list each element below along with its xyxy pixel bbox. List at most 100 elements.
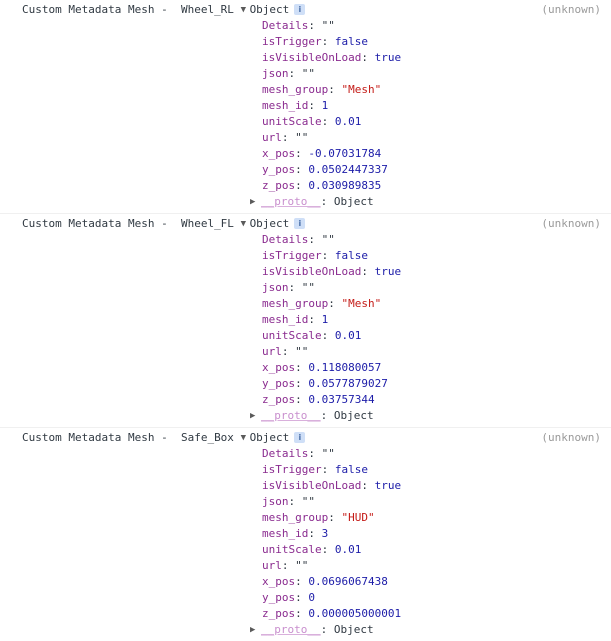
object-property-row[interactable]: mesh_id: 3 (262, 526, 611, 542)
object-property-row[interactable]: json: "" (262, 280, 611, 296)
property-name: json (262, 495, 289, 508)
proto-property-row[interactable]: ▶ __proto__: Object (0, 194, 611, 210)
console-message-header[interactable]: Custom Metadata Mesh - Safe_Box ▼ Object i… (0, 430, 611, 446)
property-name: isTrigger (262, 463, 322, 476)
property-colon: : (295, 163, 309, 176)
property-name: unitScale (262, 115, 322, 128)
property-name: x_pos (262, 575, 296, 588)
property-name: isTrigger (262, 249, 322, 262)
property-value: 0.0577879027 (308, 377, 388, 390)
property-value: 0.000005000001 (308, 607, 402, 620)
object-property-row[interactable]: url: "" (262, 130, 611, 146)
object-property-row[interactable]: url: "" (262, 344, 611, 360)
proto-property-row[interactable]: ▶ __proto__: Object (0, 622, 611, 638)
object-property-row[interactable]: z_pos: 0.03757344 (262, 392, 611, 408)
object-property-row[interactable]: x_pos: 0.118080057 (262, 360, 611, 376)
property-value: 0.01 (334, 543, 362, 556)
object-property-row[interactable]: isTrigger: false (262, 34, 611, 50)
object-property-row[interactable]: mesh_group: "Mesh" (262, 296, 611, 312)
property-name: mesh_id (262, 99, 309, 112)
source-location-link[interactable]: (unknown) (541, 2, 601, 18)
object-property-row[interactable]: mesh_id: 1 (262, 312, 611, 328)
message-prefix: Custom Metadata Mesh - (22, 431, 175, 444)
object-property-row[interactable]: z_pos: 0.000005000001 (262, 606, 611, 622)
object-property-row[interactable]: unitScale: 0.01 (262, 328, 611, 344)
property-colon: : (308, 447, 322, 460)
property-colon: : (321, 543, 335, 556)
message-object-name: Safe_Box (174, 431, 241, 444)
info-icon[interactable]: i (294, 432, 306, 443)
object-property-row[interactable]: Details: "" (262, 232, 611, 248)
expanded-triangle-icon[interactable]: ▼ (241, 430, 250, 446)
proto-property-name[interactable]: __proto__ (261, 409, 321, 422)
object-property-row[interactable]: Details: "" (262, 18, 611, 34)
object-property-row[interactable]: mesh_group: "Mesh" (262, 82, 611, 98)
object-label[interactable]: Object (250, 217, 290, 230)
object-property-row[interactable]: x_pos: -0.07031784 (262, 146, 611, 162)
property-name: x_pos (262, 361, 296, 374)
object-property-row[interactable]: isVisibleOnLoad: true (262, 50, 611, 66)
info-icon[interactable]: i (294, 218, 306, 229)
property-colon: : (321, 35, 335, 48)
console-message-header[interactable]: Custom Metadata Mesh - Wheel_FL ▼ Object i… (0, 216, 611, 232)
property-colon: : (321, 115, 335, 128)
object-property-row[interactable]: isVisibleOnLoad: true (262, 478, 611, 494)
property-value: "" (295, 559, 309, 572)
property-value: "" (295, 345, 309, 358)
property-value: 1 (321, 99, 329, 112)
object-property-row[interactable]: url: "" (262, 558, 611, 574)
proto-property-name[interactable]: __proto__ (261, 623, 321, 636)
object-property-row[interactable]: isTrigger: false (262, 248, 611, 264)
object-property-row[interactable]: y_pos: 0.0502447337 (262, 162, 611, 178)
object-property-row[interactable]: x_pos: 0.0696067438 (262, 574, 611, 590)
object-property-row[interactable]: isTrigger: false (262, 462, 611, 478)
collapsed-triangle-icon[interactable]: ▶ (250, 622, 261, 638)
property-value: 0.03757344 (308, 393, 375, 406)
property-colon: : (281, 345, 296, 358)
object-label[interactable]: Object (250, 3, 290, 16)
collapsed-triangle-icon[interactable]: ▶ (250, 408, 261, 424)
property-value: "Mesh" (341, 297, 382, 310)
property-value: 3 (321, 527, 329, 540)
console-message-header[interactable]: Custom Metadata Mesh - Wheel_RL ▼ Object i… (0, 2, 611, 18)
property-name: mesh_id (262, 527, 309, 540)
proto-colon: : (320, 195, 334, 208)
property-value: true (374, 51, 402, 64)
object-property-row[interactable]: isVisibleOnLoad: true (262, 264, 611, 280)
property-value: 0.118080057 (308, 361, 382, 374)
proto-property-name[interactable]: __proto__ (261, 195, 321, 208)
property-value: "" (321, 447, 335, 460)
property-value: "" (301, 67, 315, 80)
object-property-row[interactable]: mesh_group: "HUD" (262, 510, 611, 526)
property-value: "" (295, 131, 309, 144)
object-property-row[interactable]: y_pos: 0 (262, 590, 611, 606)
property-value: 0.0502447337 (308, 163, 388, 176)
object-properties-list: Details: "" isTrigger: false isVisibleOnLo… (0, 446, 611, 622)
object-property-row[interactable]: y_pos: 0.0577879027 (262, 376, 611, 392)
info-icon[interactable]: i (294, 4, 306, 15)
source-location-link[interactable]: (unknown) (541, 216, 601, 232)
property-colon: : (308, 527, 322, 540)
object-label[interactable]: Object (250, 431, 290, 444)
property-name: isVisibleOnLoad (262, 479, 362, 492)
proto-property-row[interactable]: ▶ __proto__: Object (0, 408, 611, 424)
property-name: url (262, 131, 282, 144)
object-property-row[interactable]: z_pos: 0.030989835 (262, 178, 611, 194)
object-property-row[interactable]: unitScale: 0.01 (262, 114, 611, 130)
console-log-group: Custom Metadata Mesh - Wheel_RL ▼ Object i… (0, 0, 611, 214)
expanded-triangle-icon[interactable]: ▼ (241, 216, 250, 232)
property-name: y_pos (262, 163, 296, 176)
property-value: "" (321, 19, 335, 32)
object-property-row[interactable]: json: "" (262, 494, 611, 510)
object-property-row[interactable]: json: "" (262, 66, 611, 82)
property-value: 0.0696067438 (308, 575, 388, 588)
property-colon: : (321, 329, 335, 342)
expanded-triangle-icon[interactable]: ▼ (241, 2, 250, 18)
object-property-row[interactable]: Details: "" (262, 446, 611, 462)
object-property-row[interactable]: unitScale: 0.01 (262, 542, 611, 558)
object-property-row[interactable]: mesh_id: 1 (262, 98, 611, 114)
source-location-link[interactable]: (unknown) (541, 430, 601, 446)
property-value: "Mesh" (341, 83, 382, 96)
collapsed-triangle-icon[interactable]: ▶ (250, 194, 261, 210)
property-name: mesh_group (262, 297, 329, 310)
